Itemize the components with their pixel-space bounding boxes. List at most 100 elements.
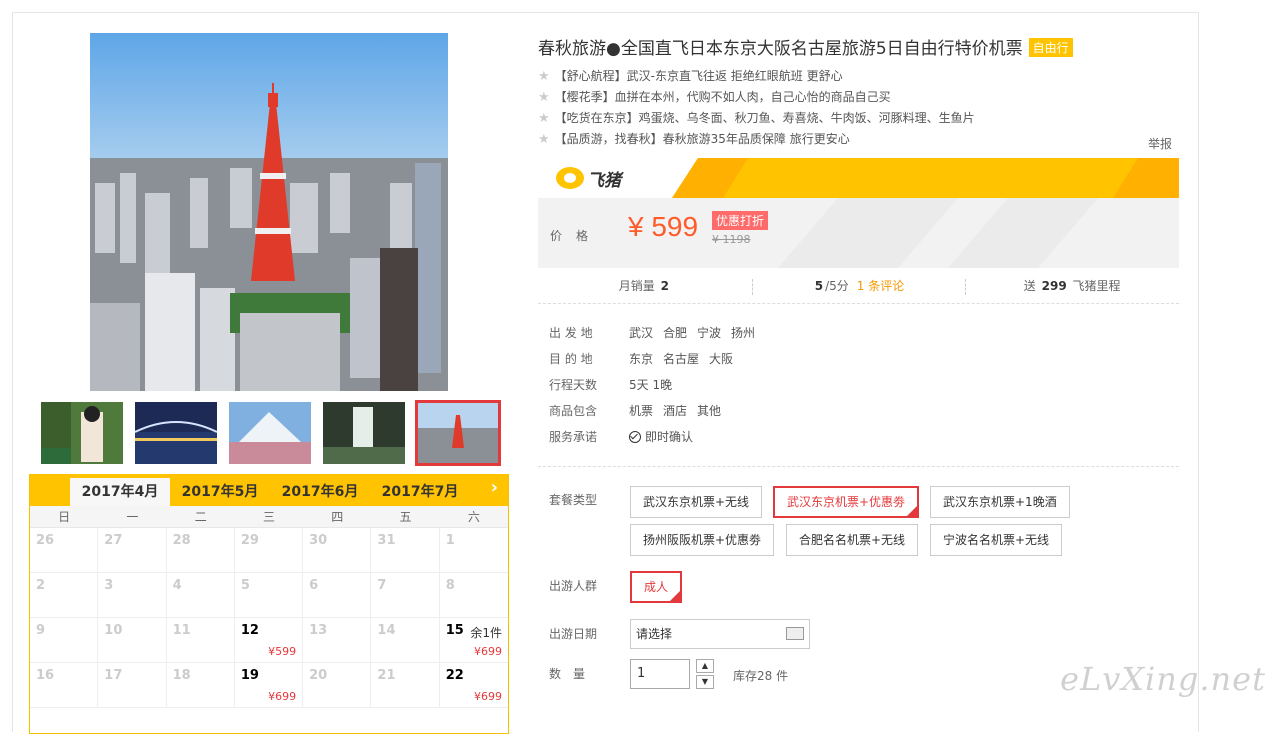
price-calendar: 2017年4月 2017年5月 2017年6月 2017年7月 › 日 一 二 三 四 五… [29,474,509,734]
stock-count: 库存28 件 [733,669,789,683]
package-option-6[interactable]: 宁波名名机票+无线 [930,524,1063,556]
feature-item: ★ 【品质游，找春秋】春秋旅游35年品质保障 旅行更安心 [538,132,850,147]
calendar-day-stock: 余1件 [470,626,502,640]
calendar-day-cell: 27 [98,528,167,573]
weekday-label: 三 [262,510,275,524]
package-option-2[interactable]: 武汉东京机票+优惠劵 [773,486,920,518]
report-link[interactable]: 举报 [1148,135,1172,152]
quantity-increase-button[interactable]: ▲ [696,659,714,673]
thumbnail-1[interactable] [41,402,123,464]
calendar-day-cell: 13 [303,618,372,663]
calendar-day-number: 12 [240,623,259,638]
calendar-day-price: ¥699 [473,645,502,658]
package-option-1[interactable]: 武汉东京机票+无线 [630,486,763,518]
feature-item: ★ 【舒心航程】武汉-东京直飞往返 拒绝红眼航班 更舒心 [538,69,843,84]
calendar-day-cell: 11 [166,618,235,663]
travel-date-input[interactable]: 请选择 [630,619,810,649]
reviews-link[interactable]: 1 条评论 [857,279,904,293]
includes-row: 商品包含 机票 酒店 其他 [549,404,722,418]
calendar-day-number: 6 [309,578,319,593]
calendar-day-number: 2 [36,578,46,593]
product-info: 出 发 地 武汉 合肥 宁波 扬州 目 的 地 东京 名古屋 大阪 行程天数 5天 1晚 … [549,322,765,452]
calendar-day-cell: 20 [303,663,372,708]
calendar-day-number: 28 [172,533,191,548]
calendar-day-cell[interactable]: 12 ¥599 [234,618,304,663]
weekday-label: 六 [467,510,480,524]
calendar-header: 2017年4月 2017年5月 2017年6月 2017年7月 › [30,474,508,506]
calendar-day-number: 9 [36,623,46,638]
thumbnail-strip [29,398,509,470]
quantity-input[interactable]: 1 [630,659,690,689]
calendar-day-cell: 8 [439,573,508,618]
feature-item: ★ 【吃货在东京】鸡蛋烧、乌冬面、秋刀鱼、寿喜烧、牛肉饭、河豚料理、生鱼片 [538,111,975,126]
group-option-adult[interactable]: 成人 [630,571,683,603]
product-gallery [29,33,509,393]
calendar-day-cell[interactable]: 15 余1件 ¥699 [439,618,508,663]
calendar-weekdays: 日一二三四五六 [30,506,508,528]
thumbnail-3[interactable] [229,402,311,464]
star-icon: ★ [538,69,550,84]
package-option-4[interactable]: 扬州阪阪机票+优惠劵 [630,524,775,556]
calendar-day-cell: 21 [371,663,440,708]
current-price: ¥ 599 [628,211,699,242]
calendar-day-cell: 1 [439,528,508,573]
discount-badge: 优惠打折 [712,211,769,230]
calendar-tab-month-1[interactable]: 2017年4月 [70,478,170,506]
rating: 5/5分 1 条评论 [751,270,966,303]
calendar-tab-month-4[interactable]: 2017年7月 [370,478,470,506]
calendar-day-number: 18 [172,668,191,683]
product-title: 春秋旅游●全国直飞日本东京大阪名古屋旅游5日自由行特价机票 自由行 [538,34,1073,59]
calendar-day-cell: 16 [30,663,99,708]
calendar-day-number: 1 [445,533,455,548]
days-row: 行程天数 5天 1晚 [549,378,673,392]
package-option-3[interactable]: 武汉东京机票+1晚酒 [930,486,1070,518]
calendar-day-number: 20 [309,668,328,683]
thumbnail-4[interactable] [323,402,405,464]
calendar-day-number: 5 [240,578,250,593]
calendar-day-cell: 14 [371,618,440,663]
calendar-day-number: 30 [309,533,328,548]
calendar-tab-month-2[interactable]: 2017年5月 [170,478,270,506]
quantity-decrease-button[interactable]: ▼ [696,675,714,689]
calendar-day-cell: 2 [30,573,99,618]
weekday-label: 一 [126,510,139,524]
calendar-day-cell: 10 [98,618,167,663]
fliggy-logo: 飞猪 [556,166,621,191]
price-label: 价格 [550,229,603,243]
calendar-icon[interactable] [786,627,804,640]
date-placeholder: 请选择 [636,627,673,641]
divider [538,466,1179,467]
calendar-day-cell: 17 [98,663,167,708]
quantity-label: 数 量 [549,667,586,681]
calendar-tab-month-3[interactable]: 2017年6月 [270,478,370,506]
group-label: 出游人群 [549,579,598,593]
check-circle-icon [629,431,641,443]
package-option-5[interactable]: 合肥名名机票+无线 [786,524,919,556]
chevron-right-icon[interactable]: › [491,477,498,498]
date-label: 出游日期 [549,627,598,641]
calendar-day-number: 21 [377,668,396,683]
product-title-text: 春秋旅游●全国直飞日本东京大阪名古屋旅游5日自由行特价机票 [538,39,1023,59]
brand-name: 飞猪 [587,170,621,191]
calendar-day-number: 19 [240,668,259,683]
calendar-day-number: 10 [104,623,123,638]
weekday-label: 四 [331,510,344,524]
feature-list: ★ 【舒心航程】武汉-东京直飞往返 拒绝红眼航班 更舒心 ★ 【樱花季】血拼在本州，… [538,66,975,150]
feature-item: ★ 【樱花季】血拼在本州，代购不如人肉，自己心怡的商品自己买 [538,90,891,105]
calendar-day-cell[interactable]: 19 ¥699 [234,663,304,708]
thumbnail-2[interactable] [135,402,217,464]
original-price: ¥ 1198 [712,233,751,246]
departure-row: 出 发 地 武汉 合肥 宁波 扬州 [549,326,756,340]
calendar-day-cell: 18 [166,663,235,708]
miles-reward: 送 299 飞猪里程 [965,270,1179,303]
weekday-label: 二 [194,510,207,524]
brand-bar: 飞猪 [538,158,1179,198]
calendar-day-cell[interactable]: 22 ¥699 [439,663,508,708]
calendar-day-number: 31 [377,533,396,548]
calendar-day-cell: 4 [166,573,235,618]
calendar-day-number: 11 [172,623,191,638]
calendar-day-number: 14 [377,623,396,638]
watermark: eLvXing.net [1060,660,1265,698]
thumbnail-5[interactable] [415,400,501,466]
calendar-day-price: ¥699 [268,690,297,703]
